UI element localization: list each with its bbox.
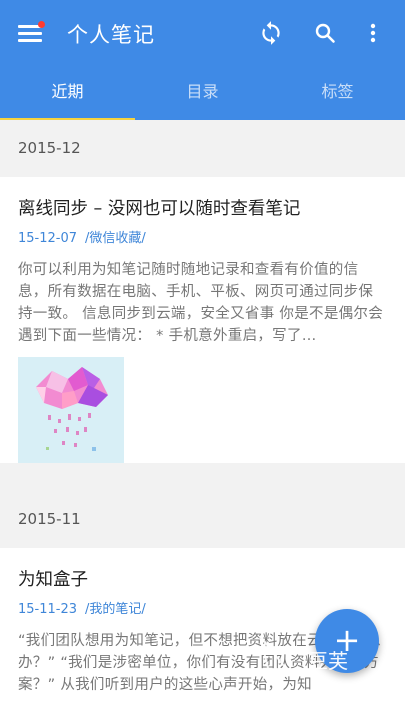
toolbar: 个人笔记 [0, 0, 405, 66]
note-excerpt: 你可以利用为知笔记随时随地记录和查看有价值的信息，所有数据在电脑、手机、平板、网… [18, 262, 384, 343]
watermark-text: 豆芙 [308, 649, 348, 673]
watermark-logo: 豆芙 [256, 626, 376, 686]
app-title: 个人笔记 [67, 23, 155, 47]
rain-cloud-image [18, 357, 124, 463]
menu-bar-line [18, 39, 42, 42]
tab-tags[interactable]: 标签 [270, 66, 405, 120]
note-folder[interactable]: /微信收藏/ [85, 231, 146, 246]
note-meta: 15-12-07/微信收藏/ [18, 225, 387, 259]
note-title: 为知盒子 [18, 570, 88, 590]
more-vert-icon[interactable] [359, 19, 387, 47]
tab-directory[interactable]: 目录 [135, 66, 270, 120]
menu-icon[interactable] [18, 21, 45, 44]
note-title: 离线同步 – 没网也可以随时查看笔记 [18, 199, 301, 219]
month-header: 2015-12 [0, 120, 405, 177]
tab-recent[interactable]: 近期 [0, 66, 135, 122]
notification-dot [38, 21, 45, 28]
month-header: 2015-11 [0, 491, 405, 548]
note-thumbnail[interactable] [18, 357, 124, 463]
search-icon[interactable] [311, 19, 339, 47]
menu-bar-line [18, 32, 42, 35]
tab-bar: 近期 目录 标签 [0, 66, 405, 122]
sync-icon[interactable] [257, 19, 285, 47]
note-card[interactable]: 离线同步 – 没网也可以随时查看笔记 15-12-07/微信收藏/ 你可以利用为… [0, 177, 405, 463]
note-date: 15-12-07 [18, 231, 78, 246]
app-bar: 个人笔记 近期 目录 标签 [0, 0, 405, 122]
note-date: 15-11-23 [18, 602, 78, 617]
note-folder[interactable]: /我的笔记/ [85, 602, 146, 617]
